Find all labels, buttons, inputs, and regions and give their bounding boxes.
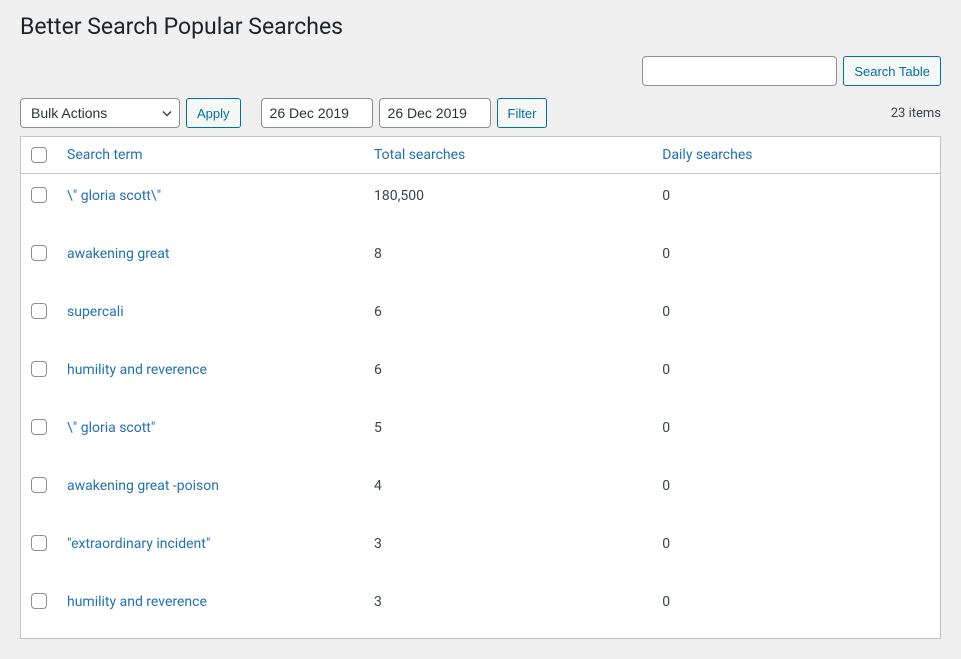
row-total-cell: 5 <box>364 406 652 464</box>
row-daily-cell: 0 <box>652 174 940 233</box>
table-row: \" gloria scott" 50 <box>21 406 941 464</box>
row-check-cell <box>21 174 58 233</box>
row-term-cell: awakening great -poison <box>57 464 364 522</box>
search-term-link[interactable]: \" gloria scott" <box>67 420 155 436</box>
row-total-cell: 6 <box>364 290 652 348</box>
row-term-cell: \" gloria scott" <box>57 406 364 464</box>
table-row: awakening great -poison 40 <box>21 464 941 522</box>
select-all-checkbox[interactable] <box>31 147 47 163</box>
row-daily-cell: 0 <box>652 348 940 406</box>
row-check-cell <box>21 522 58 580</box>
row-daily-cell: 0 <box>652 580 940 639</box>
row-term-cell: humility and reverence <box>57 580 364 639</box>
row-checkbox[interactable] <box>31 245 47 261</box>
row-term-cell: supercali <box>57 290 364 348</box>
column-header-search-term[interactable]: Search term <box>67 147 143 163</box>
bulk-actions-wrap: Bulk Actions <box>20 98 180 128</box>
row-total-cell: 3 <box>364 580 652 639</box>
table-row: supercali 60 <box>21 290 941 348</box>
date-filter-group: Filter <box>261 98 548 128</box>
toolbar-left: Bulk Actions Apply Filter <box>20 98 547 128</box>
page-title: Better Search Popular Searches <box>20 0 941 48</box>
row-daily-cell: 0 <box>652 232 940 290</box>
search-term-link[interactable]: humility and reverence <box>67 594 207 610</box>
table-row: \" gloria scott\" 180,5000 <box>21 174 941 233</box>
row-total-cell: 6 <box>364 348 652 406</box>
row-checkbox[interactable] <box>31 303 47 319</box>
item-count: 23 items <box>891 106 941 121</box>
table-row: awakening great 80 <box>21 232 941 290</box>
table-header-row: Search term Total searches Daily searche… <box>21 137 941 174</box>
row-daily-cell: 0 <box>652 290 940 348</box>
table-row: "extraordinary incident" 30 <box>21 522 941 580</box>
date-to-input[interactable] <box>379 98 491 128</box>
table-row: humility and reverence 30 <box>21 580 941 639</box>
column-header-daily-searches[interactable]: Daily searches <box>662 147 752 163</box>
row-checkbox[interactable] <box>31 535 47 551</box>
search-term-link[interactable]: supercali <box>67 304 124 320</box>
apply-button[interactable]: Apply <box>186 98 241 128</box>
row-daily-cell: 0 <box>652 464 940 522</box>
row-check-cell <box>21 348 58 406</box>
row-term-cell: awakening great <box>57 232 364 290</box>
row-total-cell: 8 <box>364 232 652 290</box>
search-term-link[interactable]: \" gloria scott\" <box>67 188 161 204</box>
row-check-cell <box>21 232 58 290</box>
row-total-cell: 4 <box>364 464 652 522</box>
search-bar: Search Table <box>20 48 941 90</box>
search-term-link[interactable]: awakening great -poison <box>67 478 219 494</box>
row-total-cell: 180,500 <box>364 174 652 233</box>
search-table-button[interactable]: Search Table <box>843 56 941 86</box>
bulk-actions-select[interactable]: Bulk Actions <box>20 98 180 128</box>
filter-button[interactable]: Filter <box>497 98 548 128</box>
column-header-total-searches[interactable]: Total searches <box>374 147 465 163</box>
row-total-cell: 3 <box>364 522 652 580</box>
row-check-cell <box>21 464 58 522</box>
row-checkbox[interactable] <box>31 477 47 493</box>
row-daily-cell: 0 <box>652 522 940 580</box>
select-all-header <box>21 137 58 174</box>
row-term-cell: \" gloria scott\" <box>57 174 364 233</box>
row-checkbox[interactable] <box>31 361 47 377</box>
table-row: humility and reverence 60 <box>21 348 941 406</box>
date-from-input[interactable] <box>261 98 373 128</box>
search-term-link[interactable]: awakening great <box>67 246 169 262</box>
row-term-cell: "extraordinary incident" <box>57 522 364 580</box>
row-check-cell <box>21 580 58 639</box>
searches-table: Search term Total searches Daily searche… <box>20 136 941 639</box>
row-check-cell <box>21 290 58 348</box>
toolbar: Bulk Actions Apply Filter 23 items <box>20 90 941 136</box>
row-checkbox[interactable] <box>31 593 47 609</box>
row-checkbox[interactable] <box>31 419 47 435</box>
row-daily-cell: 0 <box>652 406 940 464</box>
search-term-link[interactable]: humility and reverence <box>67 362 207 378</box>
row-check-cell <box>21 406 58 464</box>
search-term-link[interactable]: "extraordinary incident" <box>67 536 210 552</box>
search-input[interactable] <box>642 56 837 86</box>
row-term-cell: humility and reverence <box>57 348 364 406</box>
row-checkbox[interactable] <box>31 187 47 203</box>
